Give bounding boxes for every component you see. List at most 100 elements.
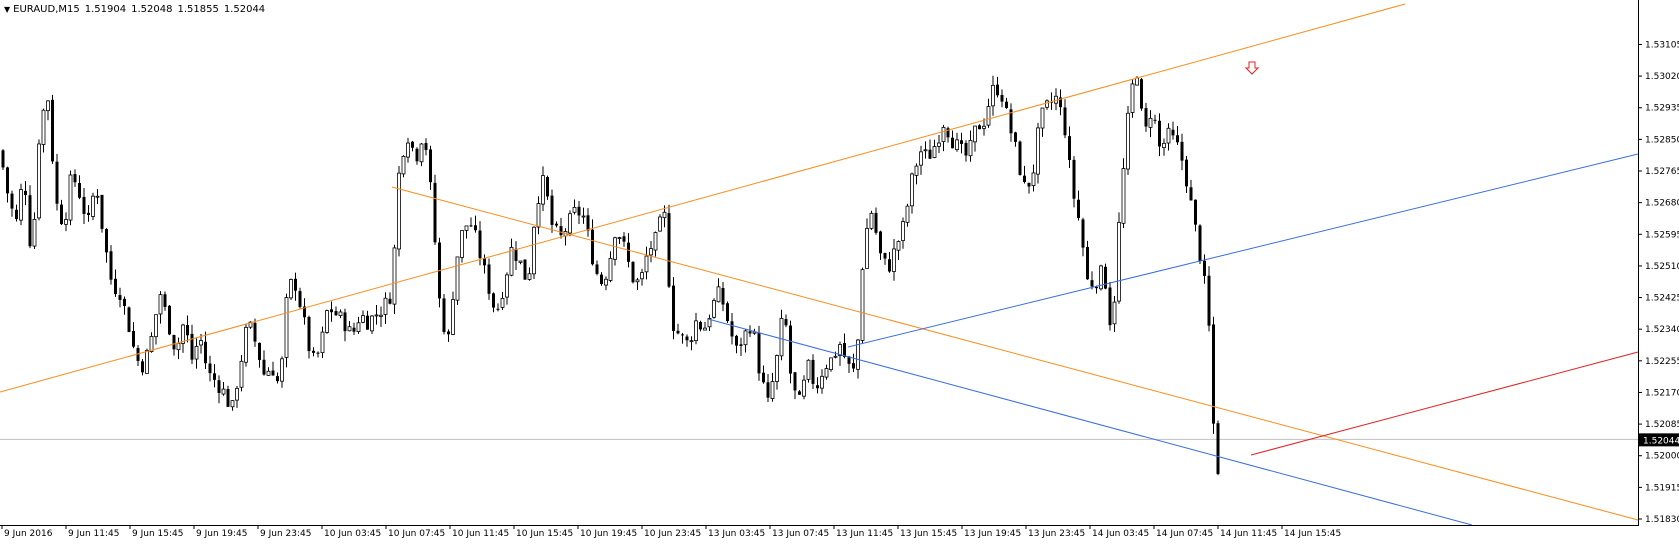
candle xyxy=(1194,199,1197,232)
candle xyxy=(253,318,257,347)
candle xyxy=(1130,78,1135,118)
candle xyxy=(266,367,271,376)
candle xyxy=(168,304,171,336)
candle xyxy=(730,312,734,345)
candle xyxy=(235,386,239,408)
candle xyxy=(986,98,991,128)
candle xyxy=(419,142,424,167)
candle xyxy=(860,267,865,344)
candle xyxy=(438,237,441,308)
price-chart[interactable]: 1.53105 1.53020 1.52935 1.52850 1.52765 1.526… xyxy=(0,0,1679,545)
candle xyxy=(816,377,819,394)
candle xyxy=(442,294,446,335)
candle xyxy=(109,245,113,285)
candle xyxy=(667,204,671,289)
price-tick-label: 1.52340 xyxy=(1645,325,1679,335)
candle xyxy=(154,314,158,345)
candle xyxy=(82,188,86,225)
candle xyxy=(298,287,302,309)
candle xyxy=(1014,131,1017,147)
candle xyxy=(923,141,928,159)
time-tick-label: 10 Jun 19:45 xyxy=(580,529,637,539)
candle xyxy=(136,345,140,367)
candle xyxy=(158,291,163,324)
candle xyxy=(591,219,594,266)
down-arrow-icon[interactable] xyxy=(1244,61,1260,75)
candle xyxy=(793,371,797,400)
time-tick-label: 10 Jun 07:45 xyxy=(388,529,445,539)
candle xyxy=(424,138,428,156)
candle xyxy=(644,246,649,280)
candle xyxy=(820,369,824,394)
candle xyxy=(577,200,581,224)
candle xyxy=(1068,126,1071,168)
price-tick-label: 1.52255 xyxy=(1645,357,1679,367)
candle xyxy=(843,333,846,359)
svg-text:1.52044: 1.52044 xyxy=(1643,436,1679,446)
candle xyxy=(568,210,572,237)
candle xyxy=(766,373,770,403)
candle xyxy=(276,372,279,384)
candle xyxy=(1176,126,1179,145)
candle xyxy=(24,181,27,206)
candle xyxy=(910,172,914,214)
orange-channel-lower-line[interactable] xyxy=(391,186,1639,521)
candle xyxy=(118,287,122,308)
candle xyxy=(798,390,801,395)
candle xyxy=(937,134,941,153)
candle xyxy=(334,306,338,317)
candle xyxy=(213,364,216,388)
candle xyxy=(1063,99,1067,139)
time-tick-label: 14 Jun 15:45 xyxy=(1284,529,1341,539)
orange-channel-upper-line[interactable] xyxy=(0,3,1406,393)
candle xyxy=(1018,140,1022,176)
price-tick-label: 1.52595 xyxy=(1645,230,1679,240)
candle xyxy=(500,291,505,311)
candle xyxy=(928,139,932,159)
candle xyxy=(789,320,792,384)
candle xyxy=(163,291,167,311)
candle xyxy=(172,334,176,356)
chart-window[interactable]: ▼ EURAUD,M15 1.51904 1.52048 1.51855 1.52044 … xyxy=(0,0,1679,545)
candle xyxy=(460,230,464,263)
candle xyxy=(581,207,586,224)
candle xyxy=(514,241,518,270)
candle xyxy=(352,322,356,335)
candle xyxy=(586,208,590,237)
blue-channel-lower-line[interactable] xyxy=(707,318,1473,526)
candle xyxy=(51,94,54,164)
blue-channel-upper-line[interactable] xyxy=(847,153,1639,348)
candle xyxy=(451,291,455,336)
candle xyxy=(492,292,495,313)
candle xyxy=(905,203,910,227)
candle xyxy=(608,251,613,283)
candle xyxy=(811,354,815,389)
candle xyxy=(658,214,662,232)
candle xyxy=(78,175,81,200)
candle xyxy=(1,149,5,170)
candle xyxy=(613,236,617,266)
candle xyxy=(518,260,523,265)
candle xyxy=(694,312,698,345)
candle xyxy=(46,100,50,121)
candle xyxy=(600,272,603,286)
candle xyxy=(55,153,59,211)
candle xyxy=(852,353,855,373)
candle xyxy=(415,147,419,165)
time-tick-label: 13 Jun 03:45 xyxy=(708,529,765,539)
candle xyxy=(1045,99,1049,110)
candle xyxy=(847,355,851,374)
candle xyxy=(258,342,261,368)
candle xyxy=(123,296,126,315)
candle xyxy=(802,375,806,400)
candle xyxy=(991,75,995,116)
candle xyxy=(244,323,248,367)
candle xyxy=(1126,105,1130,175)
candle xyxy=(496,303,500,312)
candle xyxy=(60,199,63,226)
candle xyxy=(896,240,901,260)
candle xyxy=(762,365,765,384)
candle xyxy=(888,252,891,273)
candle xyxy=(563,228,568,246)
price-tick-label: 1.52680 xyxy=(1645,199,1679,209)
